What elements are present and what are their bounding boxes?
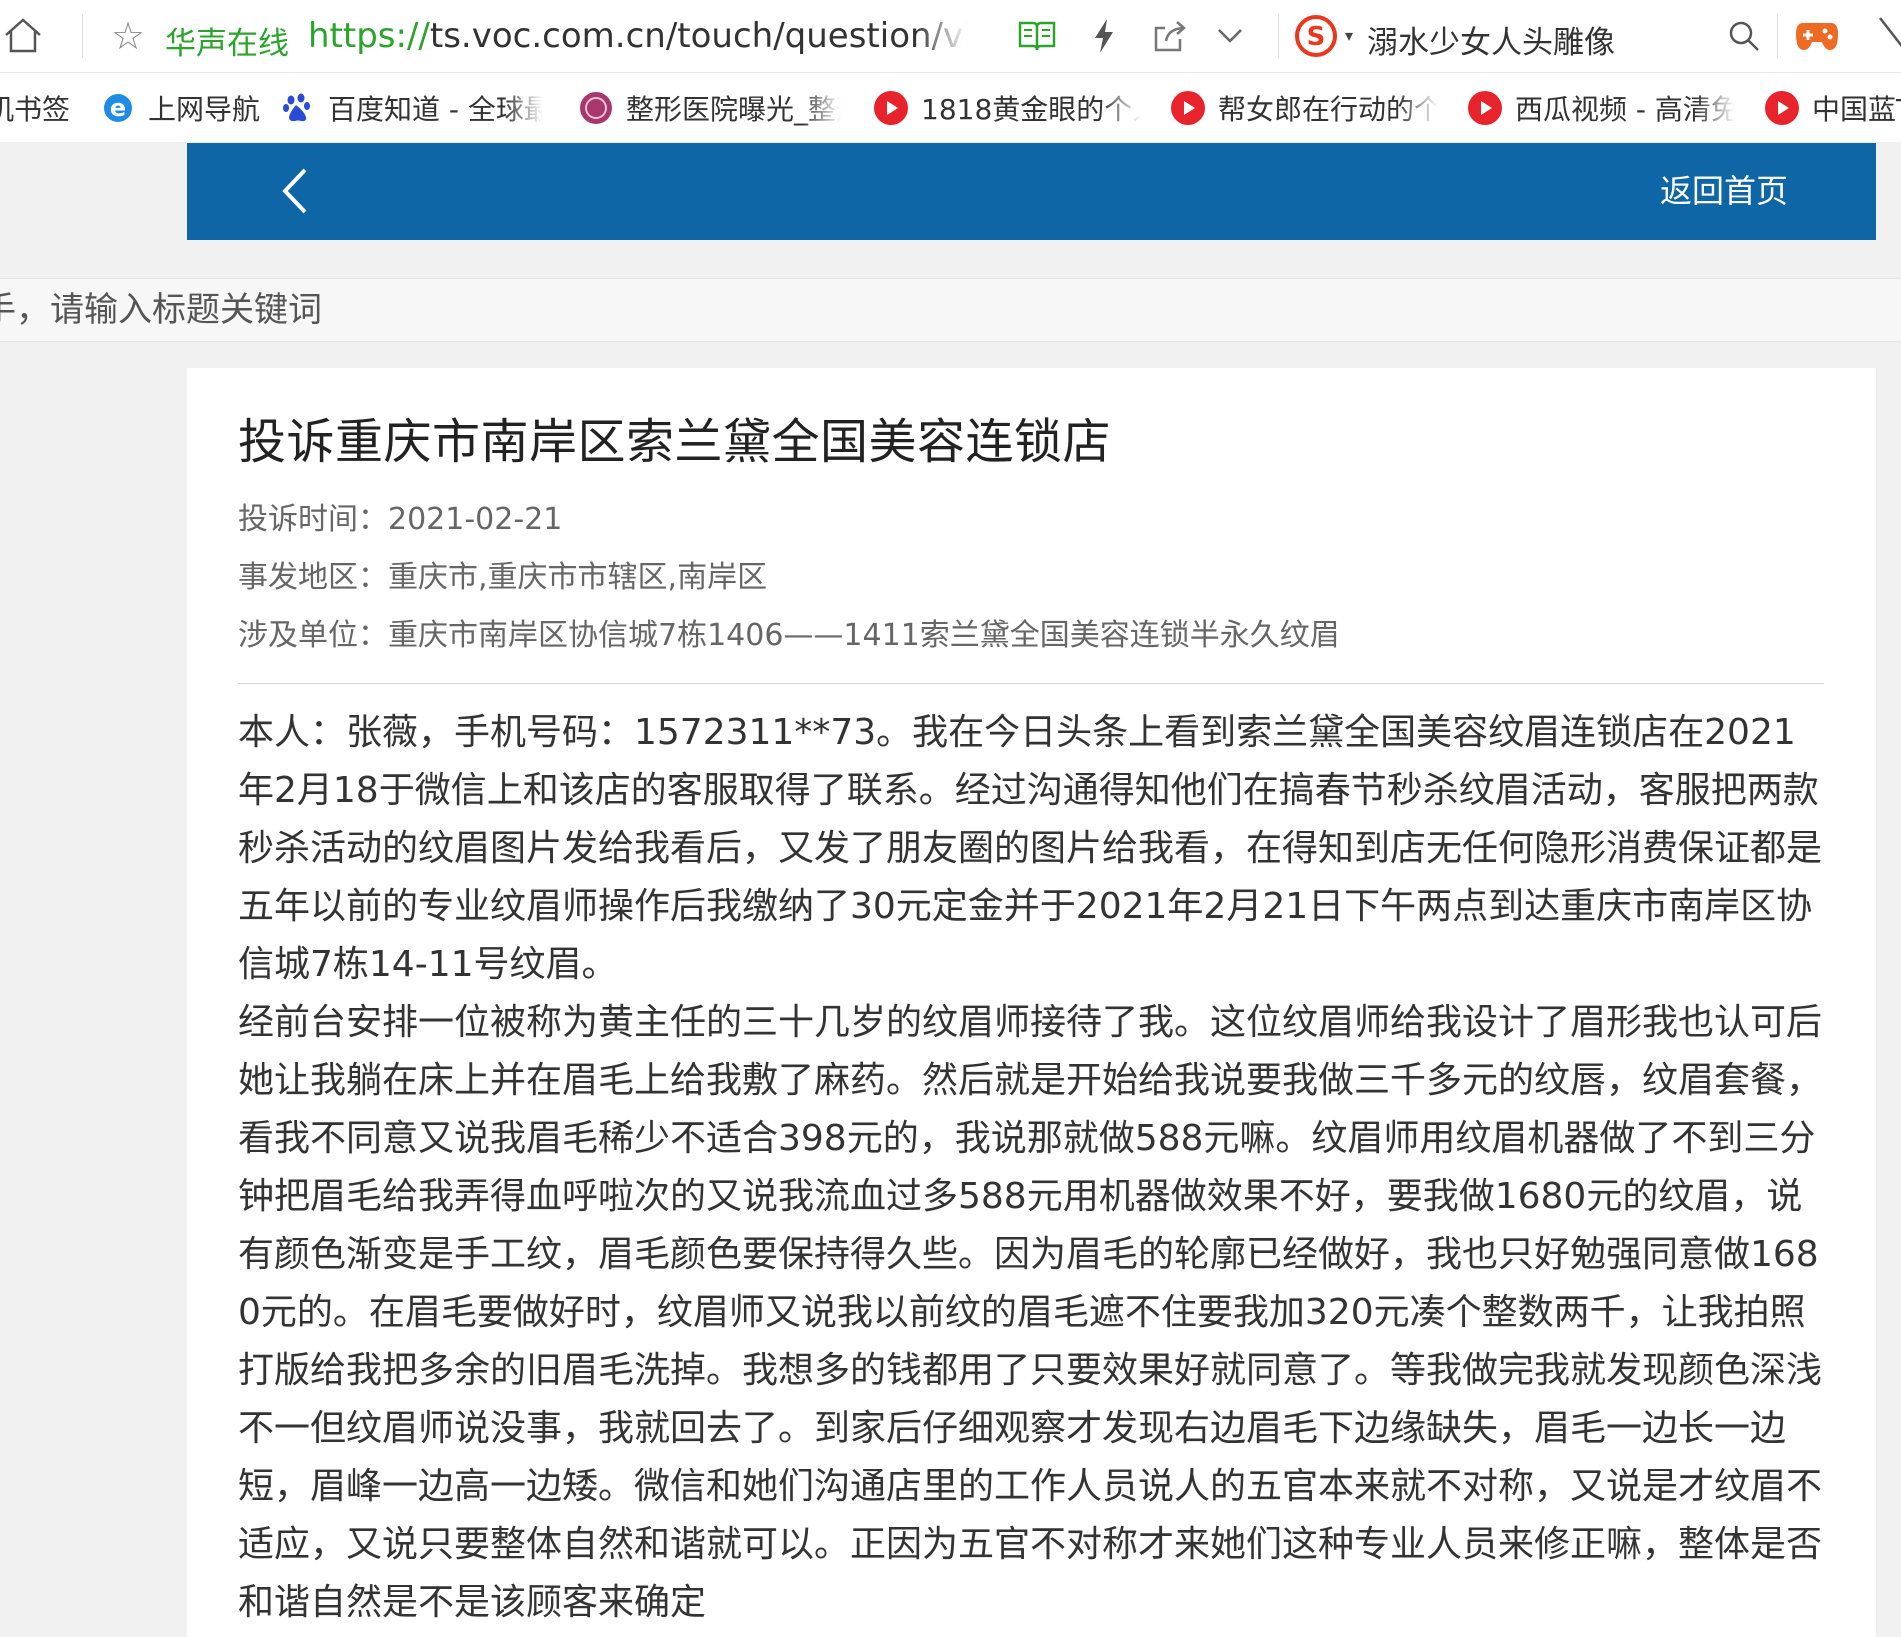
bookmark-item[interactable]: 百度知道 - 全球最	[280, 73, 552, 142]
return-home-link[interactable]: 返回首页	[1660, 143, 1788, 240]
divider	[238, 683, 1824, 684]
engine-caret-icon[interactable]: ▾	[1338, 22, 1360, 48]
body-paragraph: 本人：张薇，手机号码：1572311**73。我在今日头条上看到索兰黛全国美容纹…	[238, 712, 1823, 985]
reader-mode-icon[interactable]	[1015, 14, 1059, 58]
incident-area: 事发地区：重庆市,重庆市市辖区,南岸区	[238, 552, 767, 596]
site-name: 华声在线	[165, 26, 289, 62]
sogou-search-engine-icon[interactable]: S	[1292, 12, 1340, 60]
meta-label: 投诉时间：	[238, 502, 388, 537]
bookmark-label: 西瓜视频 - 高清免	[1515, 92, 1735, 126]
browser-toolbar: ☆ 华声在线 https://ts.voc.com.cn/touch/quest…	[0, 0, 1901, 73]
video-play-icon	[1467, 90, 1503, 126]
gamepad-icon[interactable]	[1793, 12, 1841, 60]
bookmark-item[interactable]: 帮女郎在行动的个	[1170, 73, 1442, 142]
chevron-down-icon[interactable]	[1210, 14, 1250, 58]
bookmark-item[interactable]: e 上网导航	[100, 73, 260, 142]
toolbar-separator	[1777, 14, 1778, 58]
bookmark-label: 上网导航	[148, 92, 260, 126]
complaint-body: 本人：张薇，手机号码：1572311**73。我在今日头条上看到索兰黛全国美容纹…	[238, 704, 1824, 1632]
baidu-paw-icon	[280, 90, 316, 126]
bookmark-item[interactable]: 整形医院曝光_整形	[578, 73, 848, 142]
chevron-left-icon	[282, 168, 307, 214]
svg-text:e: e	[110, 94, 126, 122]
svg-text:S: S	[1307, 22, 1326, 52]
meta-label: 涉及单位：	[238, 618, 388, 653]
bookmark-label: 中国蓝T	[1812, 92, 1901, 126]
bookmark-star-icon[interactable]: ☆	[106, 14, 150, 58]
toolbar-separator	[82, 14, 83, 58]
lightning-icon[interactable]	[1086, 14, 1122, 58]
bookmark-item[interactable]: 中国蓝T	[1764, 73, 1901, 142]
toolbar-separator	[1278, 14, 1279, 58]
meta-value: 重庆市南岸区协信城7栋1406——1411索兰黛全国美容连锁半永久纹眉	[388, 618, 1340, 653]
search-icon[interactable]	[1722, 14, 1766, 58]
ie-icon: e	[100, 90, 136, 126]
screenshot-scissors-icon[interactable]	[1874, 12, 1901, 60]
home-icon[interactable]	[0, 12, 46, 58]
involved-unit: 涉及单位：重庆市南岸区协信城7栋1406——1411索兰黛全国美容连锁半永久纹眉	[238, 610, 1340, 654]
bookmark-item[interactable]: 1818黄金眼的个人	[873, 73, 1145, 142]
bookmark-label: 帮女郎在行动的个	[1218, 92, 1438, 126]
video-play-icon	[873, 90, 909, 126]
page-title: 投诉重庆市南岸区索兰黛全国美容连锁店	[238, 414, 1112, 470]
meta-value: 2021-02-21	[388, 502, 563, 537]
back-button[interactable]	[267, 163, 323, 219]
bookmark-item[interactable]: 西瓜视频 - 高清免	[1467, 73, 1739, 142]
url-scheme: https://	[308, 16, 430, 56]
bookmarks-bar: 机书签 e 上网导航 百度知道 - 全球最 整形医院曝光_整形 1818黄金眼的…	[0, 73, 1901, 143]
complaint-card: 投诉重庆市南岸区索兰黛全国美容连锁店 投诉时间：2021-02-21 事发地区：…	[187, 368, 1876, 1637]
video-play-icon	[1170, 90, 1206, 126]
share-icon[interactable]	[1148, 14, 1192, 58]
body-paragraph: 经前台安排一位被称为黄主任的三十几岁的纹眉师接待了我。这位纹眉师给我设计了眉形我…	[238, 1002, 1823, 1623]
keyword-search-input[interactable]	[0, 279, 1901, 341]
browser-search-box[interactable]: 溺水少女人头雕像	[1367, 17, 1615, 62]
meta-value: 重庆市,重庆市市辖区,南岸区	[388, 560, 768, 595]
video-play-icon	[1764, 90, 1800, 126]
search-bar	[0, 278, 1901, 342]
page-header: 返回首页	[187, 143, 1876, 240]
bookmark-label: 整形医院曝光_整形	[626, 92, 841, 126]
url-path: ts.voc.com.cn/touch/question/view/2	[429, 16, 968, 56]
complaint-time: 投诉时间：2021-02-21	[238, 494, 562, 538]
meta-label: 事发地区：	[238, 560, 388, 595]
bookmark-item[interactable]: 机书签	[0, 73, 80, 142]
bookmark-label: 1818黄金眼的个人	[921, 92, 1141, 126]
clinic-logo-icon	[578, 90, 614, 126]
bookmark-label: 百度知道 - 全球最	[328, 92, 543, 126]
web-page: 返回首页 投诉重庆市南岸区索兰黛全国美容连锁店 投诉时间：2021-02-21 …	[0, 143, 1901, 1637]
bookmark-label: 机书签	[0, 92, 71, 126]
address-bar[interactable]: https://ts.voc.com.cn/touch/question/vie…	[308, 16, 968, 56]
